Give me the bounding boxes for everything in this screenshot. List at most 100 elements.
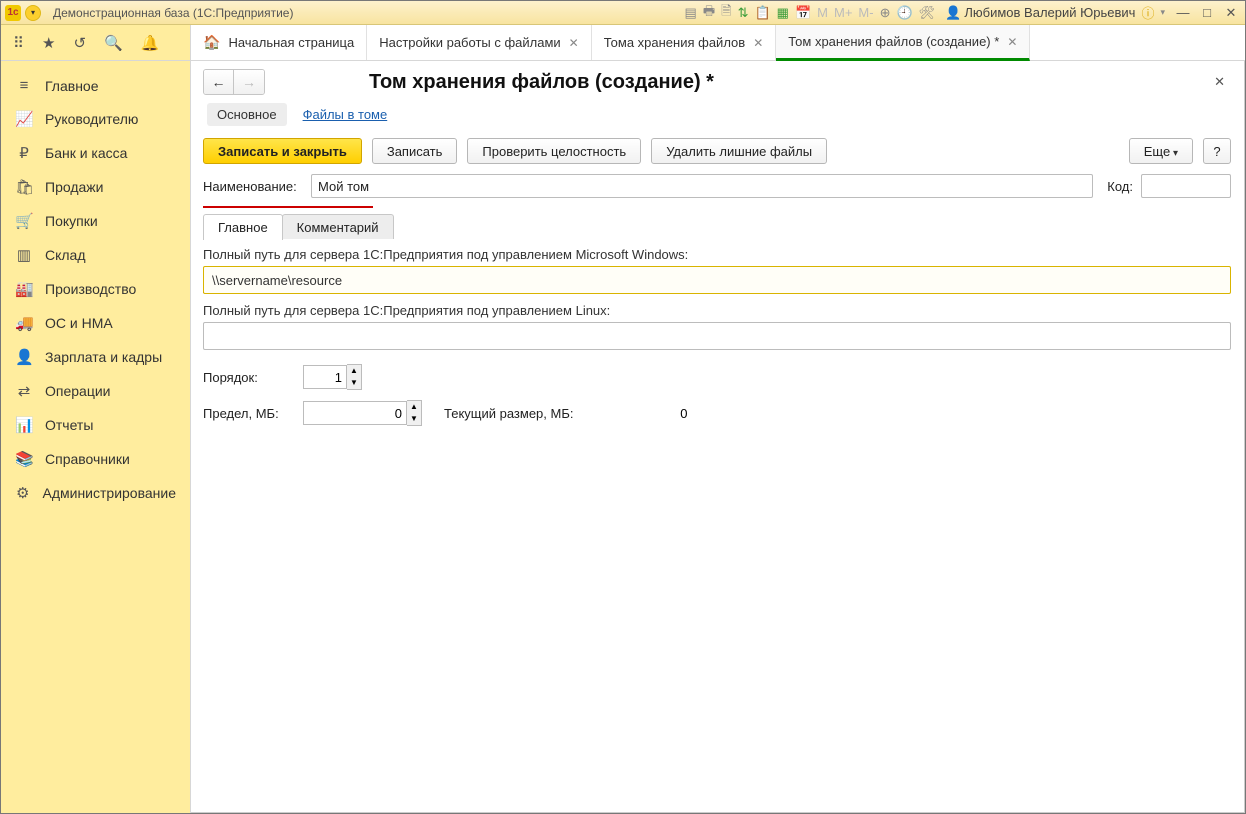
sidebar-item-manager[interactable]: 📈Руководителю	[1, 102, 190, 136]
sidebar-item-assets[interactable]: 🚚 ОС и НМА	[1, 306, 190, 340]
current-size-value	[583, 401, 693, 425]
path-linux-input[interactable]	[203, 322, 1231, 350]
sidebar-item-main[interactable]: ≡ Главное	[1, 69, 190, 102]
path-windows-label: Полный путь для сервера 1С:Предприятия п…	[203, 247, 1231, 262]
sidebar-item-label: ОС и НМА	[45, 315, 113, 331]
tab-volume-create[interactable]: Том хранения файлов (создание) * ✕	[776, 25, 1030, 61]
app-menu-icon[interactable]: ▾	[25, 5, 41, 21]
favorite-icon[interactable]: ★	[42, 34, 55, 52]
required-underline	[203, 203, 283, 208]
m-plus-icon[interactable]: M+	[834, 5, 852, 20]
more-button[interactable]: Еще	[1129, 138, 1193, 164]
factory-icon: 🏭	[15, 280, 33, 298]
zoom-icon[interactable]: ⊕	[880, 5, 891, 21]
required-underline	[283, 206, 373, 208]
sidebar-item-label: Зарплата и кадры	[45, 349, 162, 365]
page-title: Том хранения файлов (создание) *	[275, 71, 1198, 94]
m-icon[interactable]: M	[817, 5, 828, 20]
home-icon: 🏠	[203, 34, 220, 51]
name-input[interactable]	[311, 174, 1093, 198]
sidebar-item-label: Администрирование	[43, 485, 177, 501]
order-spinner-up[interactable]: ▲	[347, 365, 361, 377]
calendar-icon[interactable]: 📅	[795, 5, 811, 21]
menu-icon: ≡	[15, 77, 33, 94]
close-icon[interactable]: ✕	[753, 36, 763, 50]
close-page-button[interactable]: ✕	[1208, 72, 1231, 92]
delete-extra-files-button[interactable]: Удалить лишние файлы	[651, 138, 827, 164]
print-icon[interactable]: 🖶	[703, 2, 715, 24]
clock-icon[interactable]: 🕘	[896, 5, 912, 21]
limit-input[interactable]	[303, 401, 407, 425]
sidebar-item-label: Производство	[45, 281, 136, 297]
user-icon: 👤	[945, 5, 961, 21]
notifications-icon[interactable]: 🔔	[141, 34, 160, 52]
path-windows-input[interactable]	[203, 266, 1231, 294]
info-dropdown-icon[interactable]: ▾	[1160, 7, 1165, 18]
order-spinner-down[interactable]: ▼	[347, 377, 361, 389]
clipboard-icon[interactable]: 📋	[754, 5, 770, 21]
sidebar-item-bank[interactable]: ₽ Банк и касса	[1, 136, 190, 170]
close-window-button[interactable]: ✕	[1221, 5, 1241, 21]
cart-icon: 🛒	[15, 212, 33, 230]
doc-icon[interactable]: 🗎	[721, 2, 731, 24]
nav-back-button[interactable]: ←	[204, 70, 234, 94]
minimize-button[interactable]: —	[1173, 5, 1193, 20]
sidebar-item-label: Банк и касса	[45, 145, 127, 161]
inner-tab-comment[interactable]: Комментарий	[282, 214, 394, 240]
window-title: Демонстрационная база (1С:Предприятие)	[53, 6, 293, 20]
sidebar-item-hr[interactable]: 👤Зарплата и кадры	[1, 340, 190, 374]
books-icon: 📚	[15, 450, 33, 468]
compare-icon[interactable]: ⇅	[738, 5, 749, 21]
sidebar-item-label: Главное	[45, 78, 99, 94]
help-button[interactable]: ?	[1203, 138, 1231, 164]
history-icon[interactable]: ↺	[73, 34, 86, 52]
close-icon[interactable]: ✕	[569, 36, 579, 50]
sidebar-item-label: Продажи	[45, 179, 103, 195]
sidebar-item-sales[interactable]: 🛍Продажи	[1, 170, 190, 204]
nav-forward-button[interactable]: →	[234, 70, 264, 94]
info-icon[interactable]: ⓘ	[1141, 3, 1154, 22]
check-integrity-button[interactable]: Проверить целостность	[467, 138, 641, 164]
gear-icon: ⚙	[15, 484, 31, 502]
order-input[interactable]	[303, 365, 347, 389]
bars-icon: 📊	[15, 416, 33, 434]
calc-icon[interactable]: ▦	[777, 5, 789, 21]
top-tools: ⠿ ★ ↺ 🔍 🔔	[1, 25, 191, 60]
sidebar-item-production[interactable]: 🏭 Производство	[1, 272, 190, 306]
tab-home[interactable]: 🏠 Начальная страница	[191, 25, 367, 60]
sidebar-item-catalogs[interactable]: 📚Справочники	[1, 442, 190, 476]
limit-spinner-up[interactable]: ▲	[407, 401, 421, 413]
save-icon[interactable]: ▤	[685, 5, 697, 21]
save-and-close-button[interactable]: Записать и закрыть	[203, 138, 362, 164]
order-label: Порядок:	[203, 370, 293, 385]
subnav-main[interactable]: Основное	[207, 103, 287, 126]
tab-volumes-list-label: Тома хранения файлов	[604, 35, 745, 50]
operations-icon: ⇄	[15, 382, 33, 400]
m-minus-icon[interactable]: M-	[858, 5, 873, 20]
code-input[interactable]	[1141, 174, 1231, 198]
limit-spinner-down[interactable]: ▼	[407, 413, 421, 425]
search-icon[interactable]: 🔍	[104, 34, 123, 52]
sidebar-item-label: Отчеты	[45, 417, 93, 433]
sidebar-item-purchases[interactable]: 🛒 Покупки	[1, 204, 190, 238]
sidebar-item-admin[interactable]: ⚙ Администрирование	[1, 476, 190, 510]
sidebar: ≡ Главное 📈Руководителю ₽ Банк и касса 🛍Пр…	[1, 61, 191, 813]
subnav-files-in-volume[interactable]: Файлы в томе	[303, 103, 388, 126]
inner-tab-main[interactable]: Главное	[203, 214, 283, 240]
apps-icon[interactable]: ⠿	[13, 34, 24, 52]
sidebar-item-reports[interactable]: 📊 Отчеты	[1, 408, 190, 442]
tab-volumes-list[interactable]: Тома хранения файлов ✕	[592, 25, 777, 60]
path-linux-label: Полный путь для сервера 1С:Предприятия п…	[203, 303, 1231, 318]
close-icon[interactable]: ✕	[1007, 35, 1017, 49]
tab-volume-create-label: Том хранения файлов (создание) *	[788, 34, 999, 49]
tool-icon[interactable]: 🛠	[919, 5, 936, 21]
sidebar-item-operations[interactable]: ⇄Операции	[1, 374, 190, 408]
name-label: Наименование:	[203, 179, 303, 194]
save-button[interactable]: Записать	[372, 138, 458, 164]
maximize-button[interactable]: □	[1197, 5, 1217, 20]
tab-file-settings[interactable]: Настройки работы с файлами ✕	[367, 25, 592, 60]
ruble-icon: ₽	[15, 144, 33, 162]
sidebar-item-label: Покупки	[45, 213, 98, 229]
sidebar-item-warehouse[interactable]: ▥Склад	[1, 238, 190, 272]
truck-icon: 🚚	[15, 314, 33, 332]
